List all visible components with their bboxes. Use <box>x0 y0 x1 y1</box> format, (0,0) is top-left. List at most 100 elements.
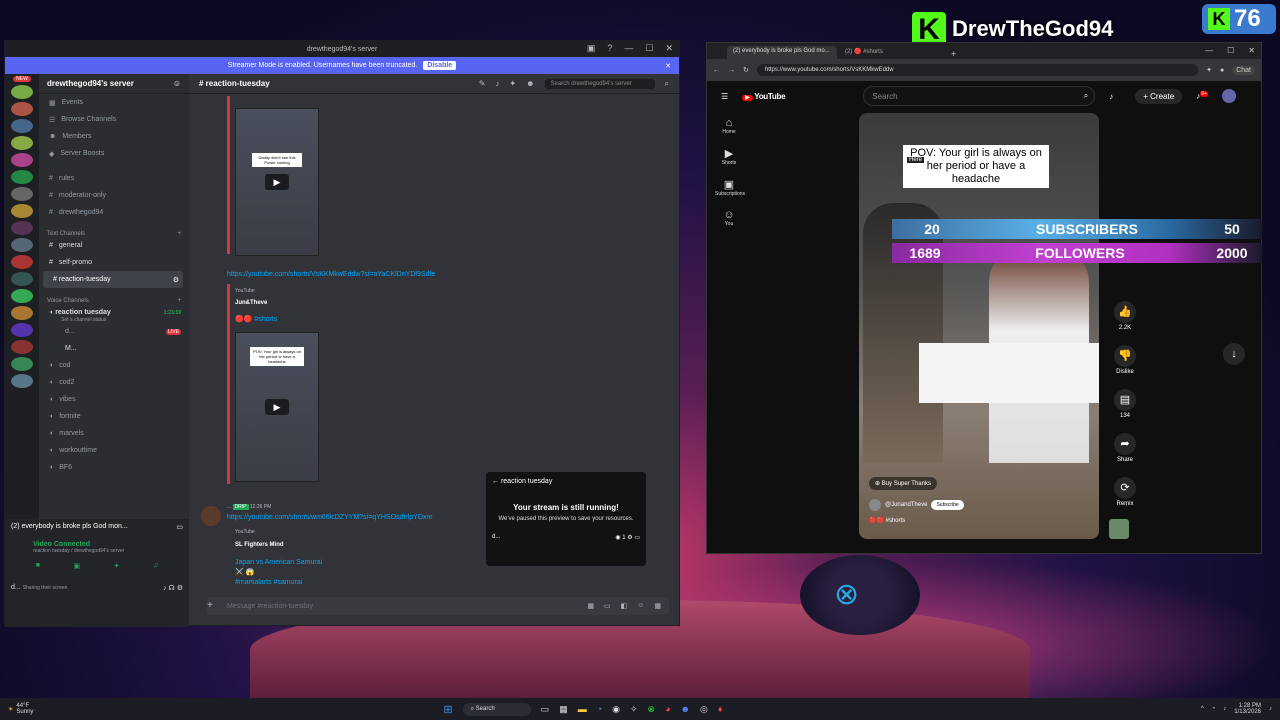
widgets-icon[interactable]: ▦ <box>559 704 568 715</box>
app-icon[interactable]: ✧ <box>630 704 638 715</box>
share-screen-icon[interactable]: ▣ <box>73 562 80 570</box>
voice-channel[interactable]: ◖ BF6 <box>39 459 189 476</box>
voice-channel[interactable]: ◖ fortnite <box>39 408 189 425</box>
youtube-logo[interactable]: ▶ YouTube <box>742 92 786 101</box>
search-input[interactable]: Search drewthegod94's server <box>544 78 655 89</box>
members-icon[interactable]: ☻ <box>526 79 534 88</box>
help-icon[interactable]: ? <box>607 43 612 54</box>
video-hashtag[interactable]: 🔴🔴 #shorts <box>869 517 905 524</box>
create-button[interactable]: + Create <box>1135 88 1183 104</box>
server-icon[interactable] <box>11 204 33 218</box>
task-view-icon[interactable]: ▭ <box>541 704 550 715</box>
server-icon[interactable] <box>11 323 33 337</box>
popout-icon[interactable]: ▭ <box>634 535 640 541</box>
nav-members[interactable]: ☻ Members <box>39 128 189 145</box>
message-author[interactable]: ... <box>227 504 231 510</box>
url-input[interactable]: https://www.youtube.com/shorts/VsKKMkwEd… <box>756 64 1199 76</box>
settings-icon[interactable]: ⚙ <box>627 535 632 541</box>
preview-header[interactable]: ← reaction tuesday <box>486 472 646 485</box>
apps-icon[interactable]: ▦ <box>654 602 661 610</box>
inbox-icon[interactable]: ▣ <box>587 43 596 54</box>
plus-icon[interactable]: + <box>177 298 181 304</box>
server-icon[interactable] <box>11 255 33 269</box>
shorts-video[interactable]: POV: Your girl is always on her period o… <box>859 113 1099 539</box>
subscribe-button[interactable]: Subscribe <box>931 500 964 510</box>
play-icon[interactable]: ▶ <box>265 174 289 190</box>
threads-icon[interactable]: ✎ <box>479 79 486 88</box>
category-text[interactable]: Text Channels + <box>39 221 189 237</box>
chrome-icon[interactable]: ◕ <box>665 704 670 715</box>
menu-icon[interactable]: ☰ <box>721 92 728 101</box>
voice-channel[interactable]: ◖ cod2 <box>39 374 189 391</box>
embed-author[interactable]: Jun&Theve <box>235 300 267 306</box>
server-icon[interactable] <box>11 136 33 150</box>
share-icon[interactable]: ➦ <box>1114 433 1136 455</box>
app-icon[interactable]: ♦ <box>718 704 723 715</box>
channel-name[interactable]: @JunandTheve <box>885 502 927 508</box>
youtube-link[interactable]: https://youtube.com/shorts/wm66lcDZYYM?s… <box>227 514 433 521</box>
camera-icon[interactable]: ■ <box>36 562 40 570</box>
embed-tags[interactable]: #martialarts #samurai <box>235 579 302 586</box>
youtube-link[interactable]: https://youtube.com/shorts/VsKKMkwEddw?s… <box>227 271 435 278</box>
video-thumbnail[interactable]: Daddy didn't see this Power coming ▶ <box>235 108 319 256</box>
server-icon[interactable] <box>11 221 33 235</box>
message-input[interactable]: Message #reaction-tuesday ▦ ▭ ◧ ☺ ▦ <box>207 597 669 615</box>
minimize-button[interactable]: — <box>1205 46 1213 55</box>
plus-icon[interactable]: + <box>207 600 213 611</box>
channel-self-promo[interactable]: # self-promo <box>39 254 189 271</box>
server-icon[interactable] <box>11 119 33 133</box>
folder-icon[interactable]: ▬ <box>578 704 587 715</box>
soundboard-icon[interactable]: ♫ <box>153 562 158 570</box>
server-icon[interactable] <box>11 357 33 371</box>
new-tab-icon[interactable]: + <box>951 49 956 59</box>
server-icon[interactable] <box>11 102 33 116</box>
thumbs-up-icon[interactable]: 👍 <box>1114 301 1136 323</box>
server-icon[interactable] <box>11 306 33 320</box>
pin-icon[interactable]: ✦ <box>509 79 516 88</box>
server-icon[interactable] <box>11 340 33 354</box>
gift-icon[interactable]: ▦ <box>587 602 594 610</box>
channel-reaction-tuesday[interactable]: # reaction-tuesday ⚙ <box>43 271 183 288</box>
maximize-button[interactable]: ☐ <box>645 43 653 54</box>
edge-icon[interactable]: ◔ <box>597 704 602 715</box>
remix-action[interactable]: ⟳ Remix <box>1113 477 1137 507</box>
close-button[interactable]: ✕ <box>1248 46 1255 55</box>
nav-subscriptions[interactable]: ▣ Subscriptions <box>715 178 745 197</box>
bell-icon[interactable]: ♪9+ <box>1196 91 1208 101</box>
reload-icon[interactable]: ↻ <box>743 66 749 74</box>
channel-general[interactable]: # general <box>39 237 189 254</box>
user-name[interactable]: d... <box>11 584 21 591</box>
server-icon[interactable] <box>11 85 33 99</box>
sound-thumbnail[interactable] <box>1109 519 1129 539</box>
gif-icon[interactable]: ▭ <box>604 602 611 610</box>
embed-title[interactable]: 🔴🔴 #shorts <box>235 315 277 323</box>
voice-channel[interactable]: ◖ vibes <box>39 391 189 408</box>
nav-you[interactable]: ☺ You <box>715 209 743 227</box>
server-icon[interactable] <box>11 187 33 201</box>
super-thanks-button[interactable]: ⊕ Buy Super Thanks <box>869 477 937 490</box>
comment-icon[interactable]: ▤ <box>1114 389 1136 411</box>
embed-title[interactable]: Japan vs American Samurai ⚔️ 😱 <box>235 558 325 578</box>
tab-youtube[interactable]: (2) 🔴 #shorts <box>839 46 949 59</box>
server-icon[interactable] <box>11 272 33 286</box>
maximize-button[interactable]: ☐ <box>1227 46 1234 55</box>
stream-preview[interactable]: ← reaction tuesday Your stream is still … <box>486 472 646 566</box>
nav-shorts[interactable]: ▶ Shorts <box>715 147 743 166</box>
share-action[interactable]: ➦ Share <box>1113 433 1137 463</box>
video-thumbnail[interactable]: POV: Your girl is always on her period o… <box>235 332 319 482</box>
bell-icon[interactable]: ♪ <box>495 79 499 88</box>
mic-icon[interactable]: ♪ <box>163 585 167 592</box>
mic-icon[interactable]: ♪ <box>1109 92 1113 101</box>
server-icon[interactable] <box>11 238 33 252</box>
nav-home[interactable]: ⌂ Home <box>715 117 743 135</box>
forward-icon[interactable]: → <box>728 67 735 74</box>
embed-author[interactable]: SL Fighters Mind <box>235 542 284 548</box>
chat-button[interactable]: Chat <box>1232 65 1255 75</box>
play-icon[interactable]: ▶ <box>265 399 289 415</box>
emoji-icon[interactable]: ☺ <box>637 602 644 610</box>
nav-boosts[interactable]: ◆ Server Boosts <box>39 145 189 162</box>
obs-icon[interactable]: ◎ <box>700 704 708 715</box>
chevron-up-icon[interactable]: ^ <box>1201 706 1204 712</box>
clock[interactable]: 1:28 PM 1/13/2026 <box>1234 703 1261 715</box>
like-action[interactable]: 👍 2.2K <box>1113 301 1137 331</box>
